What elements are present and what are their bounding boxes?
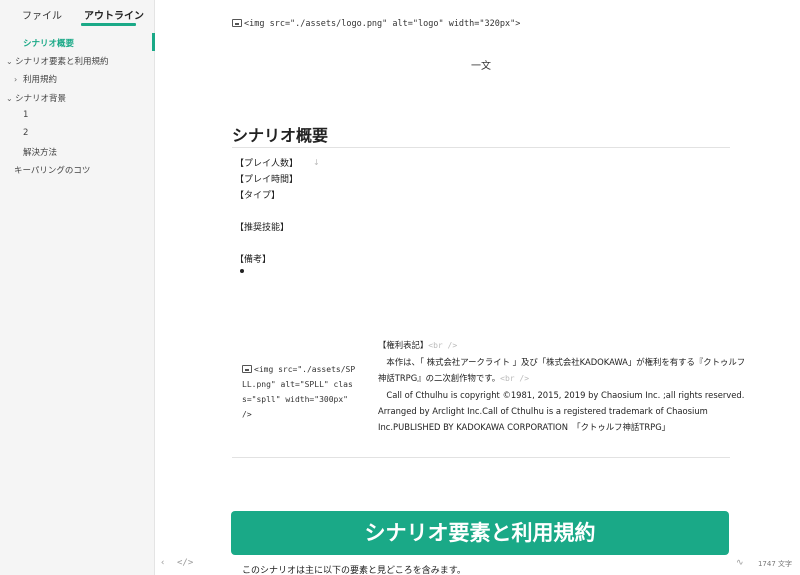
active-tab-indicator [81, 23, 136, 26]
outline-item-label: 利用規約 [23, 75, 58, 85]
editor-content[interactable]: <img src="./assets/logo.png" alt="logo" … [156, 0, 800, 575]
outline-item-label: シナリオ要素と利用規約 [15, 57, 109, 67]
outline-item-terms[interactable]: › 利用規約 [14, 73, 57, 85]
table-divider [232, 457, 730, 458]
outline-item-label: 1 [23, 110, 29, 120]
line-break-tag: <br /> [428, 341, 458, 350]
chevron-down-icon[interactable]: ⌄ [6, 94, 15, 103]
outline-item-background[interactable]: ⌄ シナリオ背景 [6, 92, 66, 104]
spll-image-code[interactable]: <img src="./assets/SPLL.png" alt="SPLL" … [242, 362, 357, 422]
line-break-tag: <br /> [500, 374, 530, 383]
sidebar: ファイル アウトライン シナリオ概要 ⌄ シナリオ要素と利用規約 › 利用規約 ⌄ シ… [0, 0, 155, 575]
spll-image-code-text: <img src="./assets/SPLL.png" alt="SPLL" … [242, 365, 356, 419]
rights-line-2: Call of Cthulhu is copyright ©1981, 2015… [378, 390, 745, 432]
outline-item-keeper-tips[interactable]: キーパリングのコツ [14, 164, 90, 176]
centered-text: 一文 [471, 61, 491, 72]
outline-item-1[interactable]: 1 [23, 110, 28, 120]
field-play-time: 【プレイ時間】 [235, 175, 299, 185]
outline-item-scenario-overview[interactable]: シナリオ概要 [23, 37, 74, 49]
broken-image-icon [242, 365, 252, 373]
intro-paragraph: このシナリオは主に以下の要素と見どころを含みます。 [242, 566, 466, 575]
insert-caret-icon: ↓ [313, 158, 320, 167]
outline-item-label: 解決方法 [23, 148, 58, 158]
chevron-right-icon[interactable]: › [14, 75, 23, 84]
outline-item-solution[interactable]: 解決方法 [23, 146, 57, 158]
field-recommended-skills: 【推奨技能】 [235, 223, 290, 233]
rights-line-1: 本作は、「 株式会社アークライト 」及び「株式会社KADOKAWA」が権利を有す… [378, 357, 746, 383]
logo-image-code[interactable]: <img src="./assets/logo.png" alt="logo" … [232, 19, 520, 29]
chevron-down-icon[interactable]: ⌄ [6, 57, 15, 66]
outline-item-label: シナリオ背景 [15, 94, 67, 104]
rights-notice: 【権利表記】<br /> 本作は、「 株式会社アークライト 」及び「株式会社KA… [378, 337, 748, 435]
broken-image-icon [232, 19, 242, 27]
tab-outline[interactable]: アウトライン [84, 7, 144, 22]
outline-item-label: シナリオ概要 [23, 39, 75, 49]
heading-divider [232, 147, 730, 148]
field-type: 【タイプ】 [235, 191, 281, 201]
tab-files[interactable]: ファイル [22, 7, 62, 22]
sidebar-tabs: ファイル アウトライン [0, 0, 155, 28]
rights-title: 【権利表記】 [378, 340, 429, 350]
outline-item-elements-and-terms[interactable]: ⌄ シナリオ要素と利用規約 [6, 55, 109, 67]
list-bullet [240, 269, 244, 273]
heading-scenario-overview: シナリオ概要 [232, 126, 329, 145]
field-players: 【プレイ人数】 [235, 159, 299, 169]
logo-image-code-text: <img src="./assets/logo.png" alt="logo" … [244, 19, 521, 29]
field-notes: 【備考】 [235, 255, 272, 265]
outline-item-label: 2 [23, 128, 29, 138]
section-banner: シナリオ要素と利用規約 [231, 511, 729, 555]
active-item-indicator [152, 33, 155, 51]
outline-item-2[interactable]: 2 [23, 128, 28, 138]
outline-item-label: キーパリングのコツ [14, 166, 91, 176]
